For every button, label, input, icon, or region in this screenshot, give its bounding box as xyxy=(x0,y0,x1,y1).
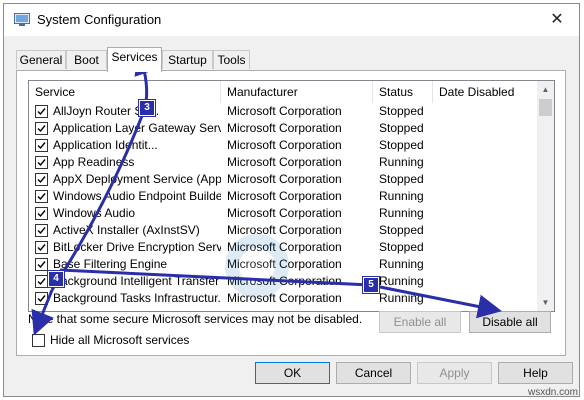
tab-general[interactable]: General xyxy=(16,50,66,69)
scroll-up-icon[interactable]: ▲ xyxy=(537,81,554,98)
enable-all-button[interactable]: Enable all xyxy=(379,311,461,333)
service-manufacturer: Microsoft Corporation xyxy=(227,155,342,169)
service-manufacturer: Microsoft Corporation xyxy=(227,189,342,203)
step-3-badge: 3 xyxy=(139,100,155,116)
title-bar: System Configuration ✕ xyxy=(4,4,579,36)
column-header-service[interactable]: Service xyxy=(29,81,221,103)
service-checkbox[interactable] xyxy=(35,292,48,305)
service-manufacturer: Microsoft Corporation xyxy=(227,257,342,271)
service-name: Application Identit... xyxy=(53,138,158,152)
note-text: Note that some secure Microsoft services… xyxy=(28,312,363,326)
system-configuration-window: System Configuration ✕ General Boot Serv… xyxy=(3,3,580,397)
service-status: Stopped xyxy=(379,223,424,237)
apply-button[interactable]: Apply xyxy=(417,362,492,384)
table-row[interactable]: AppX Deployment Service (AppX... Microso… xyxy=(29,171,539,188)
service-status: Running xyxy=(379,206,424,220)
column-header-status[interactable]: Status xyxy=(373,81,433,103)
hide-microsoft-services-checkbox[interactable] xyxy=(32,334,45,347)
service-status: Stopped xyxy=(379,240,424,254)
scroll-thumb[interactable] xyxy=(539,99,552,116)
service-name: Background Tasks Infrastructur... xyxy=(53,291,221,305)
service-manufacturer: Microsoft Corporation xyxy=(227,121,342,135)
service-status: Stopped xyxy=(379,121,424,135)
service-manufacturer: Microsoft Corporation xyxy=(227,223,342,237)
service-name: App Readiness xyxy=(53,155,135,169)
service-name: AppX Deployment Service (AppX... xyxy=(53,172,221,186)
scroll-down-icon[interactable]: ▼ xyxy=(537,294,554,311)
service-checkbox[interactable] xyxy=(35,173,48,186)
vertical-scrollbar[interactable]: ▲ ▼ xyxy=(537,81,554,311)
window-title: System Configuration xyxy=(37,12,162,27)
service-name: Application Layer Gateway Service xyxy=(53,121,221,135)
services-panel: Service Manufacturer Status Date Disable… xyxy=(16,70,566,356)
site-watermark-text: wsxdn.com xyxy=(527,387,578,398)
cancel-button[interactable]: Cancel xyxy=(336,362,411,384)
tab-boot[interactable]: Boot xyxy=(66,50,107,69)
service-status: Running xyxy=(379,291,424,305)
service-manufacturer: Microsoft Corporation xyxy=(227,138,342,152)
column-header-manufacturer[interactable]: Manufacturer xyxy=(221,81,373,103)
table-row[interactable]: ActiveX Installer (AxInstSV) Microsoft C… xyxy=(29,222,539,239)
service-status: Running xyxy=(379,189,424,203)
service-manufacturer: Microsoft Corporation xyxy=(227,172,342,186)
service-status: Running xyxy=(379,155,424,169)
tab-startup[interactable]: Startup xyxy=(162,50,213,69)
service-status: Running xyxy=(379,274,424,288)
service-checkbox[interactable] xyxy=(35,105,48,118)
service-name: Base Filtering Engine xyxy=(53,257,168,271)
hide-microsoft-services-label: Hide all Microsoft services xyxy=(50,333,190,347)
tab-tools[interactable]: Tools xyxy=(213,50,250,69)
table-row[interactable]: Base Filtering Engine Microsoft Corporat… xyxy=(29,256,539,273)
step-4-badge: 4 xyxy=(48,271,64,287)
service-name: ActiveX Installer (AxInstSV) xyxy=(53,223,200,237)
service-checkbox[interactable] xyxy=(35,207,48,220)
service-name: Windows Audio xyxy=(53,206,136,220)
table-row[interactable]: Application Identit... Microsoft Corpora… xyxy=(29,137,539,154)
service-checkbox[interactable] xyxy=(35,224,48,237)
column-header-date-disabled[interactable]: Date Disabled xyxy=(433,81,539,103)
service-manufacturer: Microsoft Corporation xyxy=(227,104,342,118)
service-manufacturer: Microsoft Corporation xyxy=(227,291,342,305)
table-row[interactable]: BitLocker Drive Encryption Service Micro… xyxy=(29,239,539,256)
service-status: Running xyxy=(379,257,424,271)
table-row[interactable]: Windows Audio Microsoft Corporation Runn… xyxy=(29,205,539,222)
service-name: BitLocker Drive Encryption Service xyxy=(53,240,221,254)
disable-all-button[interactable]: Disable all xyxy=(469,311,551,333)
table-row[interactable]: App Readiness Microsoft Corporation Runn… xyxy=(29,154,539,171)
service-checkbox[interactable] xyxy=(35,190,48,203)
service-checkbox[interactable] xyxy=(35,122,48,135)
table-row[interactable]: Windows Audio Endpoint Builder Microsoft… xyxy=(29,188,539,205)
service-manufacturer: Microsoft Corporation xyxy=(227,206,342,220)
service-name: Windows Audio Endpoint Builder xyxy=(53,189,221,203)
service-status: Stopped xyxy=(379,104,424,118)
service-manufacturer: Microsoft Corporation xyxy=(227,240,342,254)
service-name: Background Intelligent Transfer ... xyxy=(53,274,221,288)
service-checkbox[interactable] xyxy=(35,258,48,271)
close-icon[interactable]: ✕ xyxy=(535,4,579,36)
service-manufacturer: Microsoft Corporation xyxy=(227,274,342,288)
list-header: Service Manufacturer Status Date Disable… xyxy=(29,81,539,103)
service-checkbox[interactable] xyxy=(35,275,48,288)
service-status: Stopped xyxy=(379,172,424,186)
table-row[interactable]: Background Tasks Infrastructur... Micros… xyxy=(29,290,539,307)
service-checkbox[interactable] xyxy=(35,156,48,169)
table-row[interactable]: Application Layer Gateway Service Micros… xyxy=(29,120,539,137)
service-name: AllJoyn Router Se... xyxy=(53,104,160,118)
table-row[interactable]: Background Intelligent Transfer ... Micr… xyxy=(29,273,539,290)
services-list[interactable]: Service Manufacturer Status Date Disable… xyxy=(28,80,555,312)
tab-services[interactable]: Services xyxy=(107,47,162,72)
help-button[interactable]: Help xyxy=(498,362,573,384)
table-row[interactable]: AllJoyn Router Se... Microsoft Corporati… xyxy=(29,103,539,120)
ok-button[interactable]: OK xyxy=(255,362,330,384)
service-checkbox[interactable] xyxy=(35,241,48,254)
service-checkbox[interactable] xyxy=(35,139,48,152)
service-status: Stopped xyxy=(379,138,424,152)
system-config-icon xyxy=(14,13,30,26)
step-5-badge: 5 xyxy=(363,277,379,293)
